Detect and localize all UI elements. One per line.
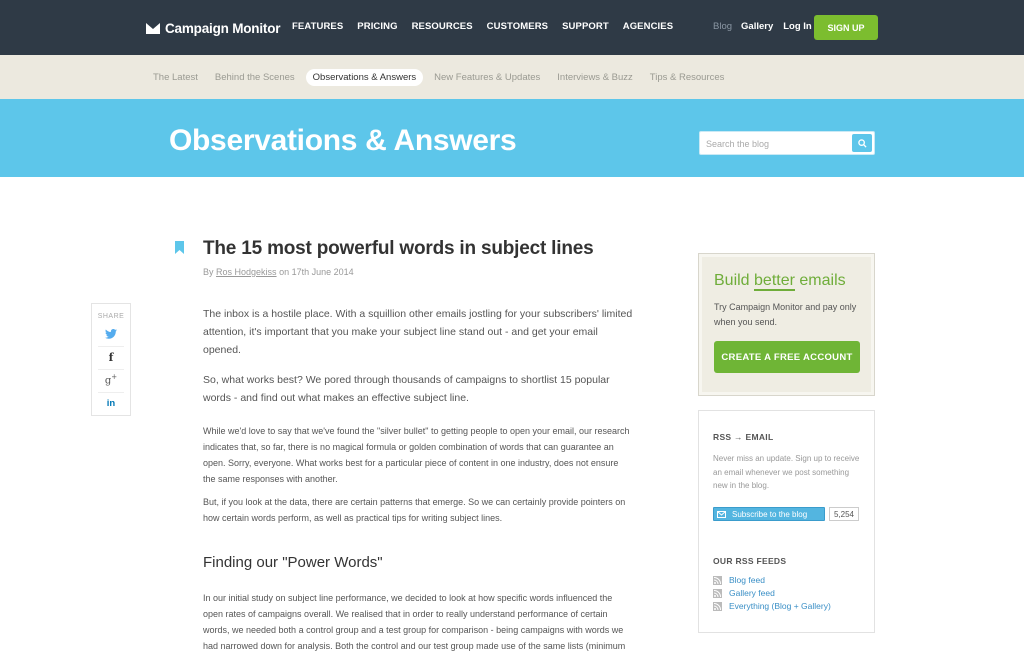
build-better-emails-ad: Build better emails Try Campaign Monitor…: [698, 253, 875, 396]
page-title: Observations & Answers: [169, 124, 517, 157]
rss-description: Never miss an update. Sign up to receive…: [713, 454, 860, 490]
linkedin-share-button[interactable]: in: [100, 394, 122, 412]
ad-title: Build better emails: [714, 272, 846, 291]
article-paragraph: The inbox is a hostile place. With a squ…: [203, 308, 633, 356]
category-interviews-buzz[interactable]: Interviews & Buzz: [557, 72, 633, 83]
google-plus-icon: g+: [104, 373, 118, 387]
category-observations-answers[interactable]: Observations & Answers: [305, 69, 424, 86]
subscribe-button[interactable]: Subscribe to the blog: [713, 507, 825, 521]
rss-email-heading: RSS → EMAIL: [713, 432, 774, 442]
category-tips-resources[interactable]: Tips & Resources: [650, 72, 725, 83]
nav-customers[interactable]: CUSTOMERS: [487, 21, 548, 32]
rss-feed-link-blog[interactable]: Blog feed: [713, 575, 765, 585]
main-nav: FEATURES PRICING RESOURCES CUSTOMERS SUP…: [292, 21, 687, 32]
facebook-icon: f: [108, 350, 114, 364]
nav-resources[interactable]: RESOURCES: [412, 21, 473, 32]
twitter-share-button[interactable]: [100, 325, 122, 343]
article-paragraph: In our initial study on subject line per…: [203, 593, 626, 658]
ad-title-underlined: better: [754, 272, 795, 291]
nav-gallery[interactable]: Gallery: [741, 21, 773, 32]
envelope-logo-icon: [146, 22, 160, 34]
bookmark-icon[interactable]: [175, 241, 184, 254]
nav-blog[interactable]: Blog: [713, 21, 732, 32]
create-free-account-button[interactable]: CREATE A FREE ACCOUNT: [714, 341, 860, 373]
search-icon: [857, 138, 867, 148]
login-link[interactable]: Log In: [783, 21, 812, 32]
share-widget: SHARE f g+ in: [91, 303, 131, 416]
article-subheading: Finding our "Power Words": [203, 554, 383, 571]
category-hero-banner: Observations & Answers: [0, 99, 1024, 177]
category-new-features[interactable]: New Features & Updates: [434, 72, 540, 83]
nav-features[interactable]: FEATURES: [292, 21, 343, 32]
ad-title-post: emails: [794, 272, 846, 289]
nav-pricing[interactable]: PRICING: [357, 21, 397, 32]
twitter-icon: [105, 329, 117, 339]
rss-feeds-heading: OUR RSS FEEDS: [713, 556, 787, 566]
article-paragraph: While we'd love to say that we've found …: [203, 426, 630, 484]
author-link[interactable]: Ros Hodgekiss: [216, 267, 277, 277]
search-input[interactable]: [706, 136, 846, 151]
feed-label: Gallery feed: [729, 588, 775, 598]
ad-text: Try Campaign Monitor and pay only when y…: [714, 302, 857, 327]
category-behind-the-scenes[interactable]: Behind the Scenes: [215, 72, 295, 83]
share-label: SHARE: [97, 313, 125, 320]
rss-icon: [713, 601, 722, 611]
rss-feed-link-everything[interactable]: Everything (Blog + Gallery): [713, 601, 831, 611]
blog-category-nav: The Latest Behind the Scenes Observation…: [0, 55, 1024, 99]
byline-by: By: [203, 267, 214, 277]
rss-feed-link-gallery[interactable]: Gallery feed: [713, 588, 775, 598]
account-nav: Blog Gallery Log In: [713, 21, 822, 32]
subscribe-label: Subscribe to the blog: [732, 509, 808, 519]
rss-icon: [713, 588, 722, 598]
rss-icon: [713, 575, 722, 585]
rss-email-box: RSS → EMAIL Never miss an update. Sign u…: [698, 410, 875, 633]
article-byline: By Ros Hodgekiss on 17th June 2014: [203, 267, 354, 277]
linkedin-icon: in: [106, 397, 116, 409]
category-the-latest[interactable]: The Latest: [153, 72, 198, 83]
ad-title-pre: Build: [714, 272, 755, 289]
campaign-monitor-logo[interactable]: Campaign Monitor: [146, 18, 280, 38]
article-paragraph: So, what works best? We pored through th…: [203, 374, 610, 404]
article-title: The 15 most powerful words in subject li…: [203, 238, 594, 259]
nav-support[interactable]: SUPPORT: [562, 21, 609, 32]
feed-label: Everything (Blog + Gallery): [729, 601, 831, 611]
signup-button[interactable]: SIGN UP: [814, 15, 878, 40]
feed-label: Blog feed: [729, 575, 765, 585]
search-button[interactable]: [852, 134, 872, 152]
email-icon: [714, 508, 728, 520]
brand-name: Campaign Monitor: [165, 20, 281, 36]
subscriber-count: 5,254: [829, 507, 859, 521]
google-plus-share-button[interactable]: g+: [100, 371, 122, 389]
article-date: on 17th June 2014: [279, 267, 354, 277]
facebook-share-button[interactable]: f: [100, 348, 122, 366]
blog-search: [699, 131, 875, 155]
article-paragraph: But, if you look at the data, there are …: [203, 497, 626, 523]
top-navigation-bar: Campaign Monitor FEATURES PRICING RESOUR…: [0, 0, 1024, 55]
nav-agencies[interactable]: AGENCIES: [623, 21, 673, 32]
